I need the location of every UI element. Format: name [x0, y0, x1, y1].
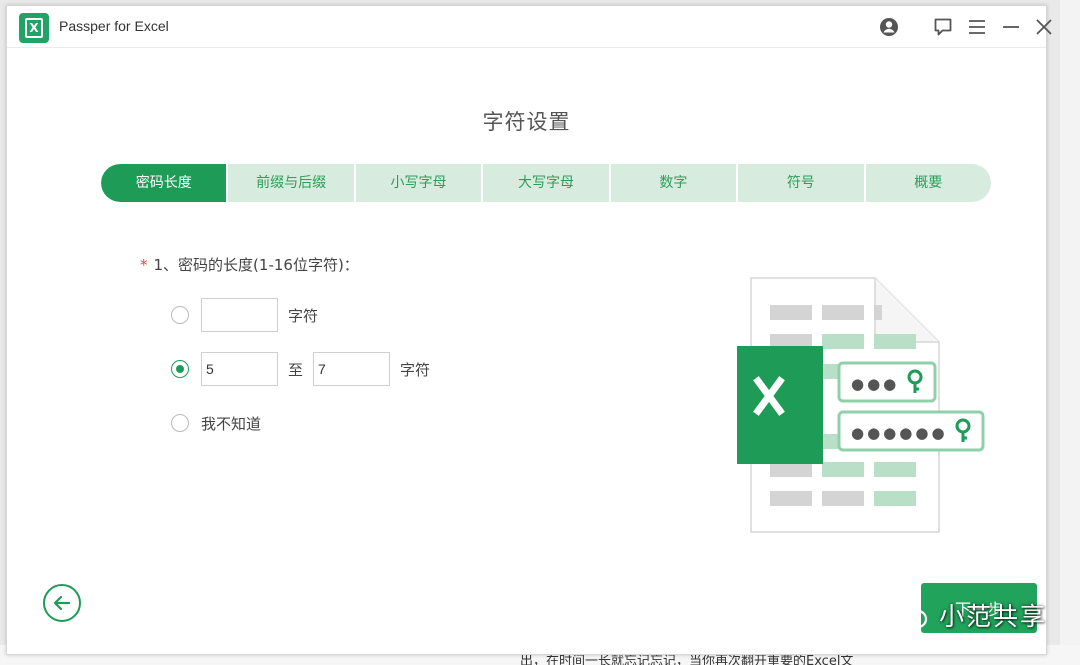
- option-exact-row: 字符: [171, 298, 328, 332]
- close-icon[interactable]: [1033, 16, 1055, 38]
- feedback-icon[interactable]: [932, 16, 954, 38]
- app-window: X Passper for Excel 字符设置 密码长度 前缀与后缀 小写字母…: [6, 5, 1052, 655]
- option-unknown-row: 我不知道: [171, 406, 261, 440]
- unknown-length-label: 我不知道: [201, 414, 262, 433]
- option-range-row: 至 字符: [171, 352, 440, 386]
- tab-symbols[interactable]: 符号: [736, 164, 863, 202]
- watermark-text: 小范共享: [939, 602, 1048, 631]
- tab-digits[interactable]: 数字: [608, 164, 736, 202]
- back-button[interactable]: [43, 584, 81, 622]
- range-unit-label: 字符: [400, 360, 431, 379]
- tab-uppercase[interactable]: 大写字母: [481, 164, 608, 202]
- watermark: 小范共享: [897, 590, 1047, 640]
- radio-unknown-length[interactable]: [171, 414, 189, 432]
- excel-password-illustration: ●●● ●●●●●●: [727, 276, 987, 536]
- length-question: * 1、密码的长度(1-16位字符)：: [140, 254, 359, 275]
- exact-unit-label: 字符: [288, 306, 319, 325]
- required-mark: *: [140, 256, 148, 274]
- range-to-input[interactable]: [313, 352, 391, 386]
- short-password-mask: ●●●: [851, 375, 899, 393]
- long-password-mask: ●●●●●●: [851, 424, 948, 442]
- minimize-icon[interactable]: [1000, 16, 1022, 38]
- question-text: 1、密码的长度(1-16位字符)：: [153, 256, 359, 274]
- arrow-left-icon: [53, 595, 71, 611]
- wechat-icon: [898, 600, 928, 629]
- exact-length-input[interactable]: [201, 298, 278, 332]
- tab-password-length[interactable]: 密码长度: [101, 164, 227, 202]
- range-separator-label: 至: [288, 360, 304, 379]
- background-page-edge: [1060, 0, 1080, 665]
- tab-summary[interactable]: 概要: [863, 164, 991, 202]
- range-from-input[interactable]: [201, 352, 278, 386]
- step-tabs: 密码长度 前缀与后缀 小写字母 大写字母 数字 符号 概要: [101, 164, 991, 202]
- page-title: 字符设置: [482, 110, 571, 134]
- radio-exact-length[interactable]: [171, 306, 189, 324]
- tab-lowercase[interactable]: 小写字母: [353, 164, 481, 202]
- tab-prefix-suffix[interactable]: 前缀与后缀: [226, 164, 353, 202]
- app-logo-icon: X: [19, 13, 49, 43]
- app-title: Passper for Excel: [59, 18, 169, 34]
- menu-icon[interactable]: [966, 16, 988, 38]
- title-bar: X Passper for Excel: [7, 6, 1052, 48]
- radio-length-range[interactable]: [171, 360, 189, 378]
- account-icon[interactable]: [878, 16, 900, 38]
